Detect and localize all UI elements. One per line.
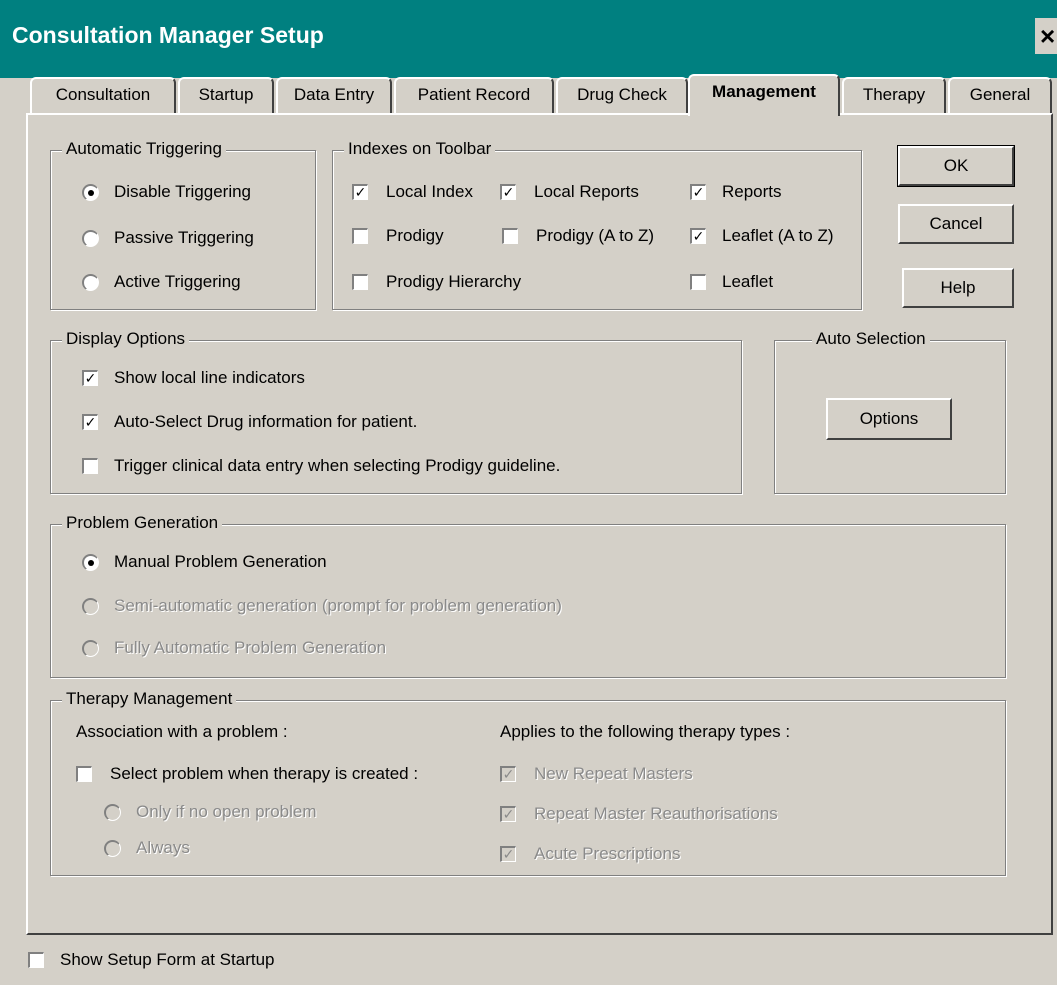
checkbox-leaflet[interactable] [690, 274, 706, 290]
window-title: Consultation Manager Setup [12, 22, 324, 48]
close-icon: × [1040, 21, 1056, 51]
checkbox-prodigy-a-to-z[interactable] [502, 228, 518, 244]
tab-therapy[interactable]: Therapy [842, 77, 946, 113]
checkbox-new-repeat-masters[interactable]: ✓ [500, 766, 516, 782]
checkbox-acute-prescriptions[interactable]: ✓ [500, 846, 516, 862]
checkbox-local-reports[interactable]: ✓ [500, 184, 516, 200]
association-heading: Association with a problem : [76, 722, 288, 741]
tab-management[interactable]: Management [688, 74, 840, 116]
radio-label: Disable Triggering [114, 182, 252, 201]
radio-active-triggering[interactable] [82, 274, 99, 291]
checkbox-leaflet-a-to-z[interactable]: ✓ [690, 228, 706, 244]
cancel-button[interactable]: Cancel [898, 204, 1014, 244]
checkbox-label: Local Index [386, 182, 473, 201]
radio-label: Always [136, 838, 190, 857]
radio-fully-automatic-generation[interactable] [82, 640, 99, 657]
therapy-management-legend: Therapy Management [62, 689, 237, 709]
indexes-on-toolbar-legend: Indexes on Toolbar [344, 139, 496, 159]
checkbox-label: Repeat Master Reauthorisations [534, 804, 778, 823]
applies-heading: Applies to the following therapy types : [500, 722, 791, 741]
tab-general[interactable]: General [948, 77, 1052, 113]
radio-passive-triggering[interactable] [82, 230, 99, 247]
radio-label: Manual Problem Generation [114, 552, 327, 571]
radio-semi-automatic-generation[interactable] [82, 598, 99, 615]
checkbox-reports[interactable]: ✓ [690, 184, 706, 200]
radio-label: Passive Triggering [114, 228, 254, 247]
checkbox-label: New Repeat Masters [534, 764, 693, 783]
tab-startup[interactable]: Startup [178, 77, 274, 113]
checkbox-label: Prodigy (A to Z) [536, 226, 655, 245]
display-options-legend: Display Options [62, 329, 190, 349]
radio-label: Only if no open problem [136, 802, 317, 821]
checkbox-auto-select-drug-info[interactable]: ✓ [82, 414, 98, 430]
tab-drug-check[interactable]: Drug Check [556, 77, 688, 113]
checkbox-trigger-clinical-data-entry[interactable] [82, 458, 98, 474]
checkbox-label: Leaflet (A to Z) [722, 226, 834, 245]
radio-disable-triggering[interactable] [82, 184, 99, 201]
radio-label: Semi-automatic generation (prompt for pr… [114, 596, 562, 615]
checkbox-label: Select problem when therapy is created : [110, 764, 419, 783]
radio-always[interactable] [104, 840, 121, 857]
tab-data-entry[interactable]: Data Entry [276, 77, 392, 113]
help-button[interactable]: Help [902, 268, 1014, 308]
auto-selection-options-button[interactable]: Options [826, 398, 952, 440]
checkbox-label: Local Reports [534, 182, 639, 201]
checkbox-label: Prodigy Hierarchy [386, 272, 522, 291]
checkbox-label: Reports [722, 182, 782, 201]
checkbox-label: Show local line indicators [114, 368, 305, 387]
problem-generation-legend: Problem Generation [62, 513, 223, 533]
auto-selection-legend: Auto Selection [812, 329, 930, 349]
checkbox-prodigy-hierarchy[interactable] [352, 274, 368, 290]
radio-manual-problem-generation[interactable] [82, 554, 99, 571]
checkbox-select-problem-when-therapy-created[interactable] [76, 766, 92, 782]
checkbox-prodigy[interactable] [352, 228, 368, 244]
checkbox-repeat-master-reauthorisations[interactable]: ✓ [500, 806, 516, 822]
checkbox-label: Trigger clinical data entry when selecti… [114, 456, 561, 475]
checkbox-label: Auto-Select Drug information for patient… [114, 412, 418, 431]
radio-label: Fully Automatic Problem Generation [114, 638, 387, 657]
show-setup-label: Show Setup Form at Startup [60, 950, 275, 969]
checkbox-show-setup-form-at-startup[interactable] [28, 952, 44, 968]
radio-label: Active Triggering [114, 272, 241, 291]
checkbox-local-index[interactable]: ✓ [352, 184, 368, 200]
automatic-triggering-legend: Automatic Triggering [62, 139, 226, 159]
checkbox-show-local-line-indicators[interactable]: ✓ [82, 370, 98, 386]
checkbox-label: Prodigy [386, 226, 444, 245]
tab-patient-record[interactable]: Patient Record [394, 77, 554, 113]
ok-button[interactable]: OK [897, 145, 1015, 187]
checkbox-label: Acute Prescriptions [534, 844, 681, 863]
radio-only-if-no-open-problem[interactable] [104, 804, 121, 821]
checkbox-label: Leaflet [722, 272, 774, 291]
close-button[interactable]: × [1035, 18, 1057, 54]
tab-consultation[interactable]: Consultation [30, 77, 176, 113]
